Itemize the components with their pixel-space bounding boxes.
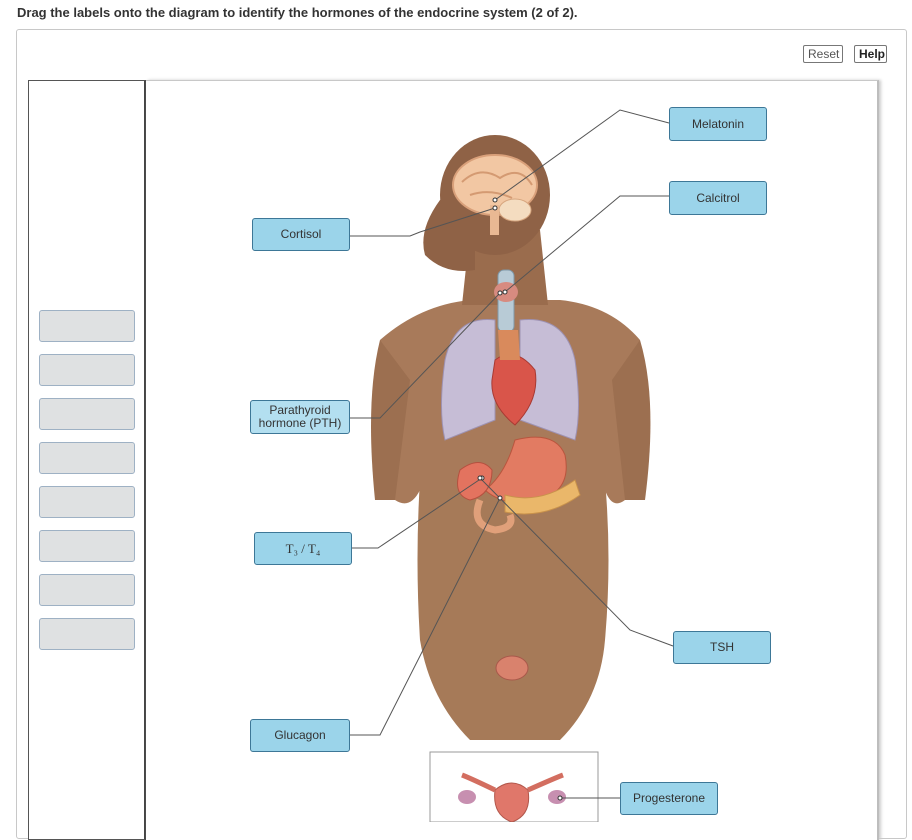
testes <box>495 655 529 681</box>
cerebellum <box>498 198 532 222</box>
face <box>423 200 475 271</box>
endocrine-body-illustration <box>350 109 674 822</box>
label-parathyroid-hormone[interactable]: Parathyroid hormone (PTH) <box>250 400 350 434</box>
label-calcitrol[interactable]: Calcitrol <box>669 181 767 215</box>
right-ovary <box>548 790 566 804</box>
label-tsh[interactable]: TSH <box>673 631 771 664</box>
label-glucagon[interactable]: Glucagon <box>250 719 350 752</box>
label-pth-line2: hormone (PTH) <box>258 416 342 430</box>
label-t3-t4[interactable]: T₃ / T₄ <box>254 532 352 565</box>
label-progesterone[interactable]: Progesterone <box>620 782 718 815</box>
label-cortisol[interactable]: Cortisol <box>252 218 350 251</box>
label-melatonin[interactable]: Melatonin <box>669 107 767 141</box>
left-ovary <box>458 790 476 804</box>
